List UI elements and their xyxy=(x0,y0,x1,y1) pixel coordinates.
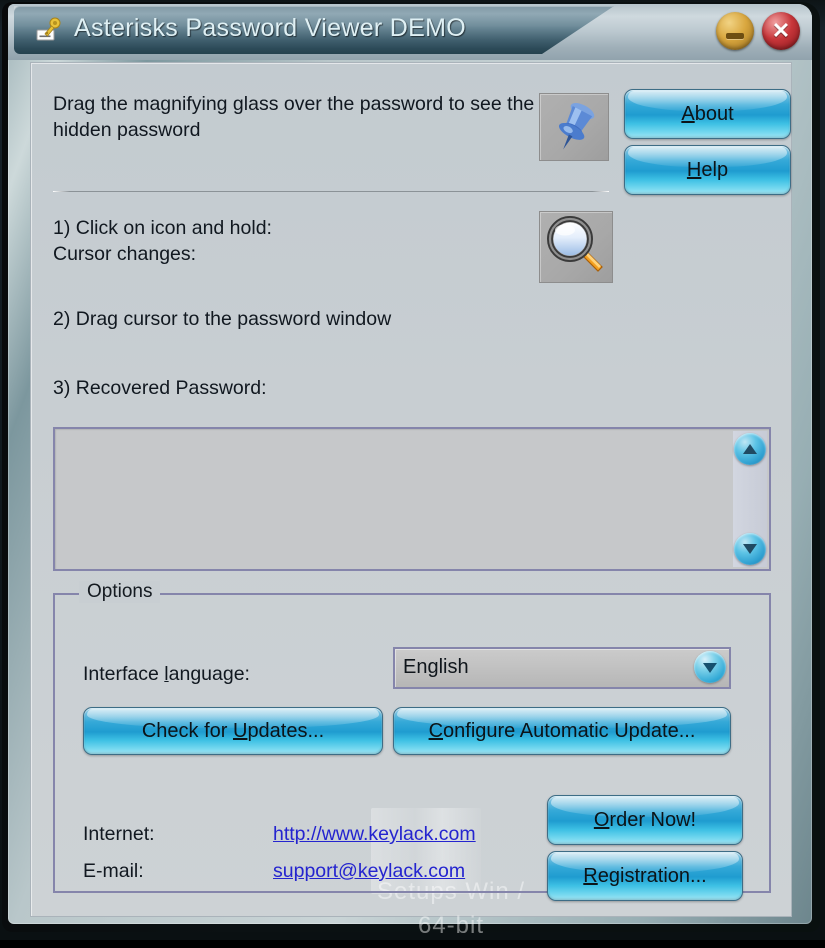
push-pin-icon-box[interactable] xyxy=(539,93,609,161)
step-3-text: 3) Recovered Password: xyxy=(53,377,267,399)
close-icon: ✕ xyxy=(771,18,791,43)
check-updates-prefix: Check for xyxy=(141,719,233,742)
email-label: E-mail: xyxy=(83,860,144,882)
registration-accel: R xyxy=(583,864,598,887)
recovered-password-area xyxy=(53,427,771,571)
close-button[interactable]: ✕ xyxy=(762,12,800,50)
recovered-password-textarea[interactable] xyxy=(57,431,735,567)
about-button[interactable]: About xyxy=(624,89,791,139)
configure-update-suffix: onfigure Automatic Update... xyxy=(443,719,696,742)
client-panel: Setups Win / 64-bit Drag the magnifying … xyxy=(30,62,792,939)
order-now-accel: O xyxy=(593,808,610,831)
scroll-down-button[interactable] xyxy=(734,533,766,565)
push-pin-icon xyxy=(558,103,595,150)
interface-language-value: English xyxy=(403,656,469,678)
help-button-accel: H xyxy=(686,158,702,181)
configure-update-accel: C xyxy=(428,719,444,742)
magnifying-glass-icon-box[interactable] xyxy=(539,211,613,283)
check-updates-suffix: pdates... xyxy=(247,719,325,742)
check-for-updates-button[interactable]: Check for Updates... xyxy=(83,707,383,755)
minimize-button[interactable] xyxy=(716,12,754,50)
scroll-up-arrow-icon xyxy=(743,444,757,454)
help-button-suffix: elp xyxy=(701,158,729,181)
about-button-accel: A xyxy=(681,102,695,125)
step-2-text: 2) Drag cursor to the password window xyxy=(53,308,392,330)
internet-label: Internet: xyxy=(83,823,155,845)
order-now-button[interactable]: Order Now! xyxy=(547,795,743,845)
result-scrollbar[interactable] xyxy=(733,431,767,567)
language-dropdown-button[interactable] xyxy=(694,651,726,683)
horizontal-separator xyxy=(53,191,609,192)
window-title: Asterisks Password Viewer DEMO xyxy=(74,14,466,42)
options-groupbox: Options Interface language: English Chec… xyxy=(53,581,771,901)
registration-suffix: egistration... xyxy=(597,864,707,887)
scroll-down-arrow-icon xyxy=(743,544,757,554)
configure-automatic-update-button[interactable]: Configure Automatic Update... xyxy=(393,707,731,755)
options-groupbox-legend: Options xyxy=(79,581,161,603)
registration-button[interactable]: Registration... xyxy=(547,851,743,901)
interface-language-select[interactable]: English xyxy=(393,647,731,689)
order-now-suffix: rder Now! xyxy=(609,808,697,831)
website-link[interactable]: http://www.keylack.com xyxy=(273,823,476,846)
intro-instruction-text: Drag the magnifying glass over the passw… xyxy=(53,93,535,141)
lang-label-suffix: anguage: xyxy=(168,663,250,685)
interface-language-label: Interface language: xyxy=(83,663,250,686)
application-window: Asterisks Password Viewer DEMO ✕ Setups … xyxy=(0,0,825,940)
scroll-up-button[interactable] xyxy=(734,433,766,465)
help-button[interactable]: Help xyxy=(624,145,791,195)
title-bar[interactable]: Asterisks Password Viewer DEMO ✕ xyxy=(8,4,812,60)
lang-label-prefix: Interface xyxy=(83,663,165,685)
about-button-suffix: bout xyxy=(694,102,734,125)
check-updates-accel: U xyxy=(232,719,248,742)
magnifying-glass-icon xyxy=(547,216,603,272)
key-card-icon xyxy=(36,17,61,41)
email-link[interactable]: support@keylack.com xyxy=(273,860,465,883)
step-1-text: 1) Click on icon and hold: Cursor change… xyxy=(53,217,272,265)
chevron-down-icon xyxy=(703,663,717,673)
